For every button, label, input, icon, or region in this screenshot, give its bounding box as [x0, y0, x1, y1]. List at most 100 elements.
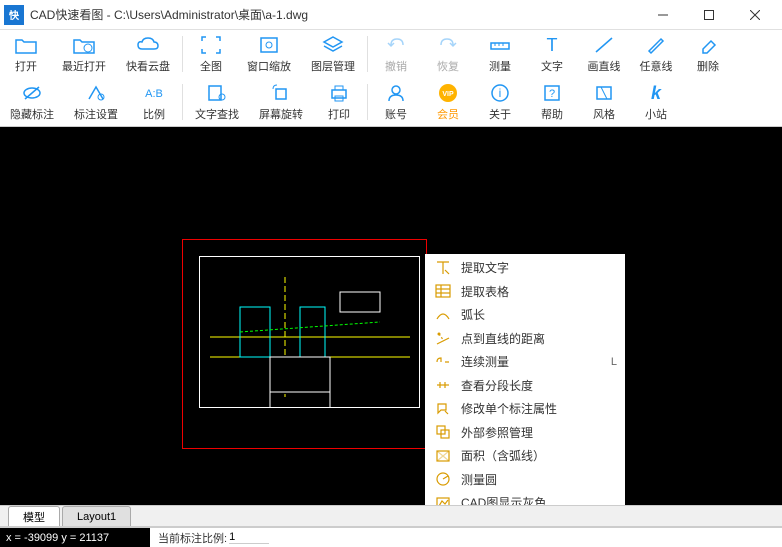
- scale-button[interactable]: A:B比例: [128, 78, 180, 126]
- window-controls: [640, 0, 778, 30]
- print-button[interactable]: 打印: [313, 78, 365, 126]
- menu-item-label: 提取表格: [461, 283, 617, 300]
- menu-item-edit-anno[interactable]: 修改单个标注属性: [425, 397, 625, 421]
- tab-model[interactable]: 模型: [8, 506, 60, 526]
- redo-button[interactable]: 恢复: [422, 30, 474, 78]
- menu-item-label: 查看分段长度: [461, 377, 617, 394]
- undo-icon: [383, 34, 409, 56]
- vip-badge-icon: VIP: [435, 82, 461, 104]
- drawing-frame: [182, 239, 427, 449]
- drawing-border: [199, 256, 420, 408]
- gray-icon: [433, 495, 453, 505]
- redo-icon: [435, 34, 461, 56]
- tab-layout1[interactable]: Layout1: [62, 506, 131, 526]
- menu-item-area[interactable]: 面积（含弧线）: [425, 444, 625, 468]
- folder-open-icon: [13, 34, 39, 56]
- menu-item-label: 外部参照管理: [461, 424, 617, 441]
- pencil-icon: [643, 34, 669, 56]
- text-extract-icon: [433, 260, 453, 276]
- titlebar: 快 CAD快速看图 - C:\Users\Administrator\桌面\a-…: [0, 0, 782, 30]
- status-coordinates: x = -39099 y = 21137: [0, 528, 150, 547]
- clock-folder-icon: [71, 34, 97, 56]
- zoom-window-icon: [256, 34, 282, 56]
- open-button[interactable]: 打开: [0, 30, 52, 78]
- station-button[interactable]: k小站: [630, 78, 682, 126]
- hide-annotation-button[interactable]: 隐藏标注: [0, 78, 64, 126]
- delete-button[interactable]: 删除: [682, 30, 734, 78]
- menu-item-label: 修改单个标注属性: [461, 400, 617, 417]
- status-scale-label: 当前标注比例:: [150, 530, 227, 546]
- recent-button[interactable]: 最近打开: [52, 30, 116, 78]
- printer-icon: [326, 82, 352, 104]
- full-extent-icon: [198, 34, 224, 56]
- status-scale-input[interactable]: [229, 531, 269, 544]
- vip-button[interactable]: VIP会员: [422, 78, 474, 126]
- window-zoom-button[interactable]: 窗口缩放: [237, 30, 301, 78]
- text-find-button[interactable]: 文字查找: [185, 78, 249, 126]
- line-button[interactable]: 画直线: [578, 30, 630, 78]
- continuous-icon: [433, 354, 453, 370]
- style-button[interactable]: 风格: [578, 78, 630, 126]
- menu-item-text-extract[interactable]: 提取文字: [425, 256, 625, 280]
- info-icon: i: [487, 82, 513, 104]
- svg-text:A:B: A:B: [145, 88, 163, 100]
- menu-item-xref[interactable]: 外部参照管理: [425, 421, 625, 445]
- svg-text:?: ?: [549, 88, 555, 100]
- menu-item-segment[interactable]: 查看分段长度: [425, 374, 625, 398]
- app-icon: 快: [4, 5, 24, 25]
- rotate-icon: [268, 82, 294, 104]
- window-title: CAD快速看图 - C:\Users\Administrator\桌面\a-1.…: [30, 6, 640, 23]
- menu-item-label: 面积（含弧线）: [461, 447, 617, 464]
- eraser-icon: [695, 34, 721, 56]
- context-menu: 提取文字提取表格弧长点到直线的距离连续测量L查看分段长度修改单个标注属性外部参照…: [425, 254, 625, 505]
- statusbar: x = -39099 y = 21137 当前标注比例:: [0, 527, 782, 547]
- layer-button[interactable]: 图层管理: [301, 30, 365, 78]
- user-icon: [383, 82, 409, 104]
- help-icon: ?: [539, 82, 565, 104]
- edit-anno-icon: [433, 401, 453, 417]
- style-icon: [591, 82, 617, 104]
- account-button[interactable]: 账号: [370, 78, 422, 126]
- menu-item-label: 点到直线的距离: [461, 330, 617, 347]
- menu-item-label: 连续测量: [461, 353, 611, 370]
- minimize-button[interactable]: [640, 0, 686, 30]
- main-toolbar: 打开 最近打开 快看云盘 全图 窗口缩放 图层管理 撤销 恢复 测量 T文字 画…: [0, 30, 782, 127]
- about-button[interactable]: i关于: [474, 78, 526, 126]
- cloud-icon: [135, 34, 161, 56]
- svg-text:VIP: VIP: [442, 91, 454, 98]
- annotation-gear-icon: [83, 82, 109, 104]
- undo-button[interactable]: 撤销: [370, 30, 422, 78]
- arc-length-icon: [433, 307, 453, 323]
- menu-item-label: 提取文字: [461, 259, 617, 276]
- segment-icon: [433, 377, 453, 393]
- full-view-button[interactable]: 全图: [185, 30, 237, 78]
- menu-item-continuous[interactable]: 连续测量L: [425, 350, 625, 374]
- close-button[interactable]: [732, 0, 778, 30]
- svg-text:T: T: [547, 35, 558, 55]
- text-icon: T: [539, 34, 565, 56]
- menu-item-arc-length[interactable]: 弧长: [425, 303, 625, 327]
- xref-icon: [433, 424, 453, 440]
- measure-button[interactable]: 测量: [474, 30, 526, 78]
- point-line-icon: [433, 330, 453, 346]
- rotate-button[interactable]: 屏幕旋转: [249, 78, 313, 126]
- freeline-button[interactable]: 任意线: [630, 30, 682, 78]
- menu-item-table-extract[interactable]: 提取表格: [425, 280, 625, 304]
- text-button[interactable]: T文字: [526, 30, 578, 78]
- menu-item-shortcut: L: [611, 356, 617, 368]
- search-text-icon: [204, 82, 230, 104]
- ruler-icon: [487, 34, 513, 56]
- circle-icon: [433, 471, 453, 487]
- menu-item-point-line[interactable]: 点到直线的距离: [425, 327, 625, 351]
- cloud-button[interactable]: 快看云盘: [116, 30, 180, 78]
- menu-item-circle[interactable]: 测量圆: [425, 468, 625, 492]
- drawing-canvas[interactable]: 提取文字提取表格弧长点到直线的距离连续测量L查看分段长度修改单个标注属性外部参照…: [0, 127, 782, 505]
- menu-item-label: 弧长: [461, 306, 617, 323]
- maximize-button[interactable]: [686, 0, 732, 30]
- help-button[interactable]: ?帮助: [526, 78, 578, 126]
- annotation-setting-button[interactable]: 标注设置: [64, 78, 128, 126]
- svg-text:k: k: [651, 83, 662, 103]
- menu-item-gray[interactable]: CAD图显示灰色: [425, 491, 625, 505]
- scale-icon: A:B: [141, 82, 167, 104]
- layout-tabs: 模型 Layout1: [0, 505, 782, 527]
